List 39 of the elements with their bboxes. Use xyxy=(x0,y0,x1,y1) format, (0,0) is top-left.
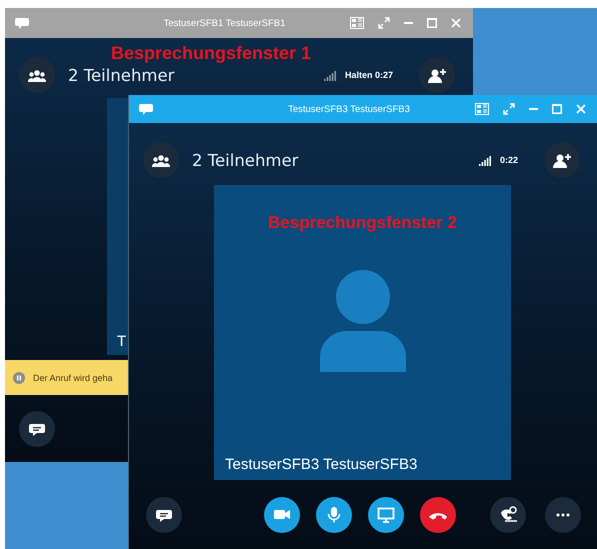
chat-icon xyxy=(139,102,153,116)
participants-button[interactable] xyxy=(19,57,55,93)
maximize-icon[interactable] xyxy=(552,104,562,114)
banner-message: Der Anruf wird geha xyxy=(33,372,113,382)
video-camera-icon xyxy=(273,507,291,522)
chat-icon xyxy=(15,16,29,30)
chat-button[interactable] xyxy=(146,496,182,532)
monitor-icon xyxy=(377,506,395,522)
participant-count: 2 Teilnehmer xyxy=(192,150,300,170)
add-participant-button[interactable] xyxy=(419,57,455,93)
microphone-button[interactable] xyxy=(316,496,352,532)
people-icon xyxy=(152,154,170,166)
annotation-text: Besprechungsfenster 1 xyxy=(111,43,312,64)
add-person-icon xyxy=(428,68,446,82)
participant-name: T xyxy=(116,333,126,352)
add-participant-button[interactable] xyxy=(544,142,580,178)
participants-button[interactable] xyxy=(143,142,179,178)
call-controls-button[interactable] xyxy=(490,496,526,532)
microphone-icon xyxy=(326,506,342,524)
participant-count: 2 Teilnehmer xyxy=(68,66,176,84)
signal-icon xyxy=(324,69,336,81)
close-icon[interactable] xyxy=(576,104,586,114)
add-person-icon xyxy=(553,152,571,168)
video-button[interactable] xyxy=(264,496,300,532)
pause-icon xyxy=(13,372,25,384)
signal-icon xyxy=(478,154,491,166)
chat-button[interactable] xyxy=(19,410,55,446)
people-icon xyxy=(28,68,46,82)
annotation-text: Besprechungsfenster 2 xyxy=(268,213,457,233)
participant-name: TestuserSFB3 TestuserSFB3 xyxy=(224,456,418,475)
call-status: Halten 0:27 xyxy=(344,70,393,80)
window-title: TestuserSFB3 TestuserSFB3 xyxy=(287,104,411,114)
window-title: TestuserSFB1 TestuserSFB1 xyxy=(162,18,286,28)
expand-icon[interactable] xyxy=(503,103,515,115)
screen-share-button[interactable] xyxy=(368,496,404,532)
more-icon xyxy=(556,512,570,516)
call-status: 0:22 xyxy=(500,155,518,165)
hang-up-button[interactable] xyxy=(420,496,456,532)
layout-icon[interactable] xyxy=(475,103,489,115)
